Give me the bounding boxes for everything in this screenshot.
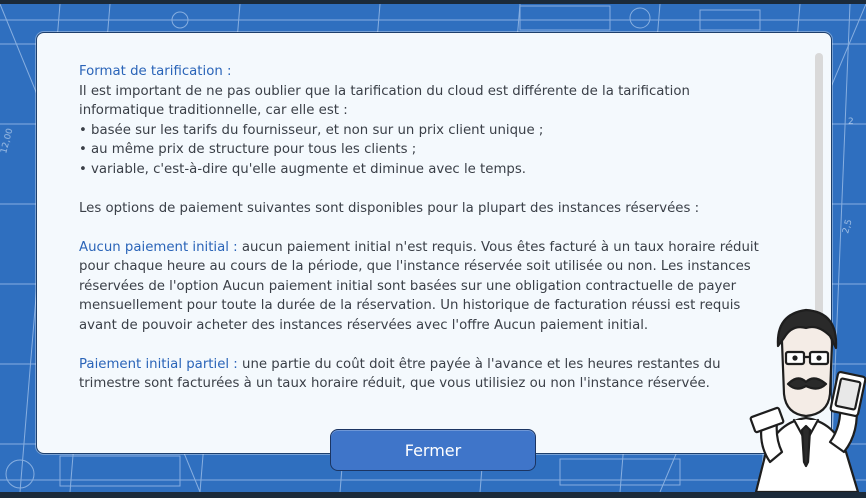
section-title: Format de tarification : [79, 64, 232, 79]
option-no-upfront-title: Aucun paiement initial : [79, 239, 238, 255]
bullet-item: basée sur les tarifs du fournisseur, et … [79, 121, 759, 141]
option-partial-upfront: Paiement initial partiel : une partie du… [79, 355, 759, 394]
intro-text: Il est important de ne pas oublier que l… [79, 83, 690, 119]
close-button[interactable]: Fermer [330, 429, 536, 471]
blueprint-stage: 12,00 2,5 2 Format de tarification : Il … [0, 4, 866, 492]
scrollbar[interactable] [815, 53, 823, 333]
option-partial-upfront-title: Paiement initial partiel : [79, 356, 238, 372]
dialog-content: Format de tarification : Il est importan… [79, 62, 759, 394]
info-dialog: Format de tarification : Il est importan… [36, 32, 832, 454]
svg-text:2: 2 [848, 117, 854, 127]
bullet-item: au même prix de structure pour tous les … [79, 140, 759, 160]
businessman-with-money-character [749, 308, 866, 492]
option-no-upfront: Aucun paiement initial : aucun paiement … [79, 238, 759, 336]
bullet-item: variable, c'est-à-dire qu'elle augmente … [79, 160, 759, 180]
svg-text:2,5: 2,5 [841, 218, 854, 234]
bullet-list: basée sur les tarifs du fournisseur, et … [79, 121, 759, 180]
options-intro: Les options de paiement suivantes sont d… [79, 200, 700, 216]
svg-text:12,00: 12,00 [0, 127, 16, 155]
